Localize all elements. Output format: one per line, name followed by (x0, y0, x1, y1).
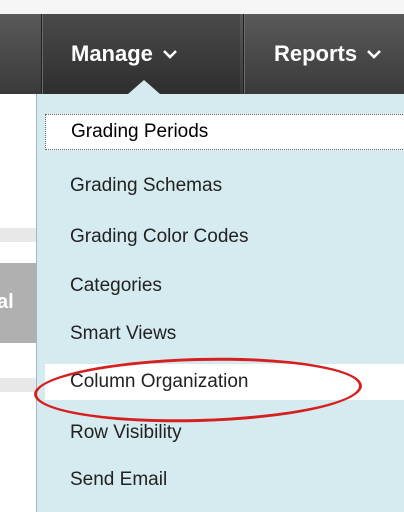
menu-item-send-email[interactable]: Send Email (70, 462, 167, 498)
menu-item-label: Grading Schemas (70, 175, 223, 196)
menu-item-row-visibility[interactable]: Row Visibility (70, 415, 182, 451)
menu-item-label: Grading Color Codes (70, 226, 249, 247)
nav-separator (244, 14, 245, 94)
nav-reports-label: Reports (274, 41, 358, 66)
background-tab: al (0, 263, 36, 343)
menu-item-grading-periods[interactable]: Grading Periods (45, 114, 404, 150)
nav-manage-label: Manage (71, 41, 153, 66)
nav-reports-menu[interactable]: Reports (246, 14, 404, 94)
dropdown-pointer (128, 80, 160, 94)
background-band (0, 228, 36, 242)
menu-item-label: Column Organization (70, 371, 249, 392)
menu-item-label: Categories (70, 275, 162, 296)
menu-item-grading-schemas[interactable]: Grading Schemas (70, 168, 222, 204)
menu-item-column-organization[interactable]: Column Organization (45, 364, 404, 400)
chevron-down-icon (367, 49, 382, 59)
background-band (0, 378, 36, 392)
menu-item-label: Grading Periods (71, 121, 209, 142)
menu-item-smart-views[interactable]: Smart Views (70, 316, 176, 352)
menu-item-label: Row Visibility (70, 422, 182, 443)
chevron-down-icon (163, 49, 177, 59)
menu-item-grading-color-codes[interactable]: Grading Color Codes (70, 219, 248, 255)
manage-dropdown-menu: Grading Periods Grading Schemas Grading … (36, 94, 404, 512)
background-tab-text: al (0, 291, 14, 313)
menu-item-categories[interactable]: Categories (70, 268, 162, 304)
top-strip (0, 0, 404, 14)
menu-item-label: Smart Views (70, 323, 177, 344)
menu-item-label: Send Email (70, 469, 168, 490)
